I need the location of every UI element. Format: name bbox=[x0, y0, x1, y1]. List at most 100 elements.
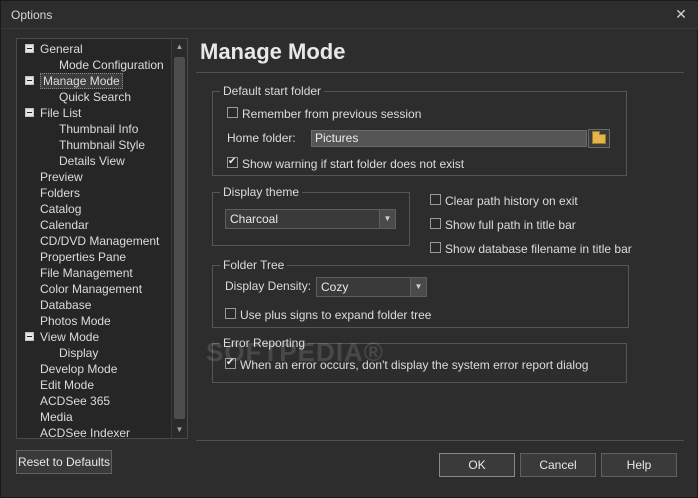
tree-item[interactable]: Mode Configuration bbox=[59, 57, 164, 73]
tree-item-label: Folders bbox=[40, 186, 81, 200]
display-density-label: Display Density: bbox=[225, 279, 312, 293]
tree-item[interactable]: File Management bbox=[40, 265, 133, 281]
tree-item[interactable]: Thumbnail Style bbox=[59, 137, 145, 153]
collapse-icon[interactable] bbox=[25, 332, 34, 341]
tree-item-label: Database bbox=[40, 298, 92, 312]
remember-session-checkbox[interactable]: Remember from previous session bbox=[227, 106, 421, 122]
tree-item-label: Quick Search bbox=[59, 90, 132, 104]
checkbox-box[interactable] bbox=[430, 242, 441, 254]
home-folder-field[interactable]: Pictures bbox=[311, 130, 587, 147]
tree-item[interactable]: Manage Mode bbox=[25, 73, 123, 89]
heading-divider bbox=[196, 72, 684, 73]
tree-item[interactable]: Display bbox=[59, 345, 98, 361]
tree-item-label: Photos Mode bbox=[40, 314, 111, 328]
tree-item[interactable]: View Mode bbox=[25, 329, 100, 345]
tree-item[interactable]: Folders bbox=[40, 185, 80, 201]
chevron-down-icon: ▼ bbox=[379, 210, 395, 228]
tree-item[interactable]: Color Management bbox=[40, 281, 142, 297]
show-full-path-checkbox[interactable]: Show full path in title bar bbox=[430, 217, 576, 233]
scroll-thumb[interactable] bbox=[174, 57, 185, 419]
help-button[interactable]: Help bbox=[601, 453, 677, 477]
tree-item[interactable]: Calendar bbox=[40, 217, 89, 233]
tree-item[interactable]: Develop Mode bbox=[40, 361, 117, 377]
checkbox-box[interactable] bbox=[430, 194, 441, 206]
checkbox-label: Show warning if start folder does not ex… bbox=[242, 156, 465, 171]
checkbox-box[interactable] bbox=[430, 218, 441, 230]
tree-item-label: Properties Pane bbox=[40, 250, 127, 264]
clear-path-history-checkbox[interactable]: Clear path history on exit bbox=[430, 193, 578, 209]
tree-item[interactable]: Catalog bbox=[40, 201, 81, 217]
tree-item[interactable]: Details View bbox=[59, 153, 125, 169]
checkbox-box[interactable] bbox=[227, 107, 238, 119]
error-report-checkbox[interactable]: When an error occurs, don't display the … bbox=[225, 356, 588, 373]
show-warning-checkbox[interactable]: Show warning if start folder does not ex… bbox=[227, 155, 465, 172]
footer-divider bbox=[196, 440, 684, 441]
reset-defaults-button[interactable]: Reset to Defaults bbox=[16, 450, 112, 474]
cancel-button[interactable]: Cancel bbox=[520, 453, 596, 477]
checkbox-box[interactable] bbox=[227, 155, 238, 169]
home-folder-label: Home folder: bbox=[227, 131, 296, 145]
tree-item-label: View Mode bbox=[40, 330, 100, 344]
folder-icon bbox=[592, 131, 606, 144]
tree-item[interactable]: Preview bbox=[40, 169, 83, 185]
tree-item-label: File List bbox=[40, 106, 82, 120]
group-title: Folder Tree bbox=[220, 258, 288, 272]
plus-signs-checkbox[interactable]: Use plus signs to expand folder tree bbox=[225, 307, 431, 323]
page-title: Manage Mode bbox=[200, 39, 346, 64]
tree-item-label: Color Management bbox=[40, 282, 143, 296]
tree-item-label: ACDSee Indexer bbox=[40, 426, 131, 439]
scroll-down-icon[interactable]: ▼ bbox=[172, 422, 187, 438]
checkbox-label: Show full path in title bar bbox=[445, 217, 576, 232]
collapse-icon[interactable] bbox=[25, 108, 34, 117]
tree-item-label: Preview bbox=[40, 170, 83, 184]
group-title: Default start folder bbox=[220, 84, 325, 98]
chevron-down-icon: ▼ bbox=[410, 278, 426, 296]
ok-button[interactable]: OK bbox=[439, 453, 515, 477]
collapse-icon[interactable] bbox=[25, 76, 34, 85]
tree-item-label: Thumbnail Style bbox=[59, 138, 146, 152]
tree-item[interactable]: Database bbox=[40, 297, 91, 313]
group-title: Display theme bbox=[220, 185, 303, 199]
tree-item[interactable]: CD/DVD Management bbox=[40, 233, 159, 249]
tree-item[interactable]: Thumbnail Info bbox=[59, 121, 138, 137]
collapse-icon[interactable] bbox=[25, 44, 34, 53]
options-window: Options ✕ General Mode Configuration Manag… bbox=[0, 0, 698, 498]
checkbox-label: Remember from previous session bbox=[242, 106, 422, 121]
tree-item-label: Edit Mode bbox=[40, 378, 95, 392]
tree-item-label: ACDSee 365 bbox=[40, 394, 111, 408]
checkbox-label: Clear path history on exit bbox=[445, 193, 578, 208]
browse-folder-button[interactable] bbox=[588, 129, 610, 148]
tree-item-label: Manage Mode bbox=[40, 73, 123, 89]
tree-item-label: Mode Configuration bbox=[59, 58, 164, 72]
tree-item-label: Media bbox=[40, 410, 73, 424]
tree-item[interactable]: Quick Search bbox=[59, 89, 131, 105]
show-db-filename-checkbox[interactable]: Show database filename in title bar bbox=[430, 241, 632, 257]
density-select[interactable]: Cozy ▼ bbox=[316, 277, 427, 297]
tree-item-label: Develop Mode bbox=[40, 362, 118, 376]
tree-item-label: Display bbox=[59, 346, 99, 360]
tree-item[interactable]: ACDSee 365 bbox=[40, 393, 110, 409]
tree-item-label: Thumbnail Info bbox=[59, 122, 139, 136]
tree-item[interactable]: Media bbox=[40, 409, 73, 425]
title-bar[interactable]: Options ✕ bbox=[1, 1, 698, 29]
scroll-up-icon[interactable]: ▲ bbox=[172, 39, 187, 55]
checkbox-label: Show database filename in title bar bbox=[445, 241, 632, 256]
tree-item-label: Calendar bbox=[40, 218, 89, 232]
select-value: Cozy bbox=[321, 280, 349, 294]
tree-item-label: Details View bbox=[59, 154, 125, 168]
tree-item[interactable]: ACDSee Indexer bbox=[40, 425, 131, 439]
tree-item[interactable]: General bbox=[25, 41, 83, 57]
checkbox-box[interactable] bbox=[225, 356, 236, 370]
tree-item[interactable]: Edit Mode bbox=[40, 377, 94, 393]
group-title: Error Reporting bbox=[220, 336, 309, 350]
tree-item-label: CD/DVD Management bbox=[40, 234, 160, 248]
tree-item[interactable]: File List bbox=[25, 105, 82, 121]
checkbox-box[interactable] bbox=[225, 308, 236, 320]
tree-item-label: File Management bbox=[40, 266, 133, 280]
tree-item[interactable]: Properties Pane bbox=[40, 249, 126, 265]
close-icon[interactable]: ✕ bbox=[673, 6, 689, 22]
options-tree: General Mode Configuration Manage Mode Quic… bbox=[16, 38, 188, 439]
tree-item[interactable]: Photos Mode bbox=[40, 313, 111, 329]
tree-scrollbar[interactable]: ▲ ▼ bbox=[171, 39, 187, 438]
theme-select[interactable]: Charcoal ▼ bbox=[225, 209, 396, 229]
